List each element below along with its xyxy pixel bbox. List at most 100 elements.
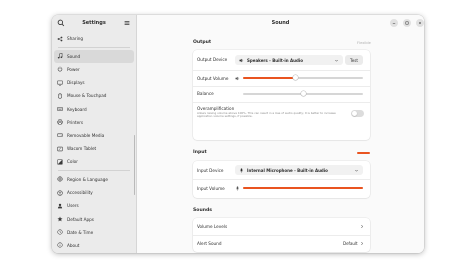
music-note-icon xyxy=(57,53,63,59)
input-section-title: Input xyxy=(193,150,207,155)
input-device-dropdown[interactable]: Internal Microphone - Built-in Audio xyxy=(235,165,363,175)
sidebar-item-label: Color xyxy=(67,159,78,165)
minimize-button[interactable] xyxy=(390,19,398,27)
row-divider xyxy=(193,102,370,103)
slider-knob[interactable] xyxy=(300,91,306,97)
input-card: Input Device Internal Microphone - Built… xyxy=(193,161,370,198)
sidebar-item-region-language[interactable]: Region & Language xyxy=(54,173,134,186)
output-card: Output Device Speakers - Built-in Audio … xyxy=(193,50,370,140)
output-device-value: Speakers - Built-in Audio xyxy=(247,57,303,63)
sidebar-item-label: Users xyxy=(67,203,79,209)
sidebar-item-removable-media[interactable]: Removable Media xyxy=(54,129,134,142)
sidebar-item-label: Sharing xyxy=(67,36,84,42)
alert-sound-value: Default xyxy=(343,241,358,246)
sidebar-item-label: Displays xyxy=(67,80,85,86)
toggle-knob xyxy=(351,110,358,117)
sidebar-item-label: Removable Media xyxy=(67,132,105,138)
media-icon xyxy=(57,132,63,138)
sidebar-item-wacom-tablet[interactable]: Wacom Tablet xyxy=(54,142,134,155)
volume-levels-row[interactable]: Volume Levels xyxy=(193,218,370,235)
chevron-down-icon xyxy=(335,59,338,62)
sidebar-item-label: Default Apps xyxy=(67,216,94,222)
sidebar-item-label: Date & Time xyxy=(67,229,94,235)
overamplification-toggle[interactable] xyxy=(351,110,364,117)
test-button[interactable]: Test xyxy=(345,55,363,65)
sidebar-item-sharing[interactable]: Sharing xyxy=(54,32,134,45)
info-icon xyxy=(57,242,63,248)
sidebar-divider xyxy=(58,47,130,48)
sounds-card: Volume Levels Alert Sound Default xyxy=(193,218,370,252)
speaker-icon xyxy=(239,58,244,63)
alert-sound-row[interactable]: Alert Sound Default xyxy=(193,235,370,252)
main-panel: Sound Output Flexible Output Device Spea… xyxy=(137,15,424,253)
sidebar-list: Sharing Sound Power Displays Mouse & Tou… xyxy=(54,32,134,252)
balance-slider[interactable] xyxy=(243,90,363,98)
close-icon xyxy=(418,21,422,25)
microphone-icon xyxy=(239,167,244,173)
output-profile-label: Flexible xyxy=(357,41,371,45)
sidebar-item-default-apps[interactable]: Default Apps xyxy=(54,212,134,225)
hamburger-menu-icon[interactable] xyxy=(123,19,131,27)
sidebar-item-keyboard[interactable]: Keyboard xyxy=(54,102,134,115)
minimize-icon xyxy=(392,23,396,24)
mouse-icon xyxy=(57,93,63,99)
input-device-label: Input Device xyxy=(197,168,224,173)
output-volume-label: Output Volume xyxy=(197,76,229,81)
overamplification-description: Allows raising volume above 100%. This c… xyxy=(197,111,336,119)
maximize-icon xyxy=(405,21,409,25)
sidebar-item-users[interactable]: Users xyxy=(54,199,134,212)
sidebar-item-label: About xyxy=(67,242,80,248)
output-section-title: Output xyxy=(193,40,212,45)
input-device-value: Internal Microphone - Built-in Audio xyxy=(247,167,328,173)
sidebar-item-mouse[interactable]: Mouse & Touchpad xyxy=(54,89,134,102)
chevron-right-icon xyxy=(361,224,364,229)
slider-knob[interactable] xyxy=(293,75,299,81)
chevron-down-icon xyxy=(355,169,358,172)
close-button[interactable] xyxy=(416,19,424,27)
settings-window: Settings Sharing Sound Power Displays Mo… xyxy=(52,15,424,253)
slider-fill xyxy=(243,187,363,189)
output-device-dropdown[interactable]: Speakers - Built-in Audio xyxy=(235,55,343,65)
row-divider xyxy=(193,179,370,180)
sounds-section-title: Sounds xyxy=(193,208,213,213)
sidebar-item-date-time[interactable]: Date & Time xyxy=(54,226,134,239)
sidebar-item-displays[interactable]: Displays xyxy=(54,76,134,89)
display-icon xyxy=(57,80,63,86)
sidebar-item-sound[interactable]: Sound xyxy=(54,49,134,63)
keyboard-icon xyxy=(57,106,63,112)
sidebar-item-label: Sound xyxy=(67,53,81,59)
sidebar-scrollbar[interactable] xyxy=(133,135,135,195)
input-volume-slider[interactable] xyxy=(243,184,363,192)
input-level-indicator xyxy=(357,152,370,154)
sidebar-header: Settings xyxy=(52,15,136,32)
sidebar-item-label: Power xyxy=(67,66,80,72)
row-divider xyxy=(193,86,370,87)
sidebar-item-label: Mouse & Touchpad xyxy=(67,93,107,99)
sidebar-item-accessibility[interactable]: Accessibility xyxy=(54,186,134,199)
tablet-icon xyxy=(57,146,63,152)
sidebar-divider xyxy=(58,170,130,171)
balance-label: Balance xyxy=(197,91,214,96)
sidebar: Settings Sharing Sound Power Displays Mo… xyxy=(52,15,137,253)
sidebar-item-printers[interactable]: Printers xyxy=(54,116,134,129)
star-icon xyxy=(57,216,63,222)
maximize-button[interactable] xyxy=(403,19,411,27)
power-icon xyxy=(57,66,63,72)
sidebar-item-about[interactable]: About xyxy=(54,239,134,252)
sidebar-item-label: Wacom Tablet xyxy=(67,146,97,152)
sidebar-item-label: Accessibility xyxy=(67,190,93,196)
printer-icon xyxy=(57,119,63,125)
globe-icon xyxy=(57,176,63,183)
users-icon xyxy=(57,203,63,209)
speaker-volume-icon[interactable] xyxy=(235,76,240,81)
output-device-label: Output Device xyxy=(197,57,228,62)
sidebar-item-power[interactable]: Power xyxy=(54,63,134,76)
alert-sound-label: Alert Sound xyxy=(197,241,222,246)
volume-levels-label: Volume Levels xyxy=(197,224,228,229)
sidebar-item-color[interactable]: Color xyxy=(54,155,134,168)
microphone-volume-icon[interactable] xyxy=(235,185,240,191)
output-volume-slider[interactable] xyxy=(243,74,363,82)
color-icon xyxy=(57,159,63,165)
clock-icon xyxy=(57,229,63,235)
input-volume-label: Input Volume xyxy=(197,186,225,191)
